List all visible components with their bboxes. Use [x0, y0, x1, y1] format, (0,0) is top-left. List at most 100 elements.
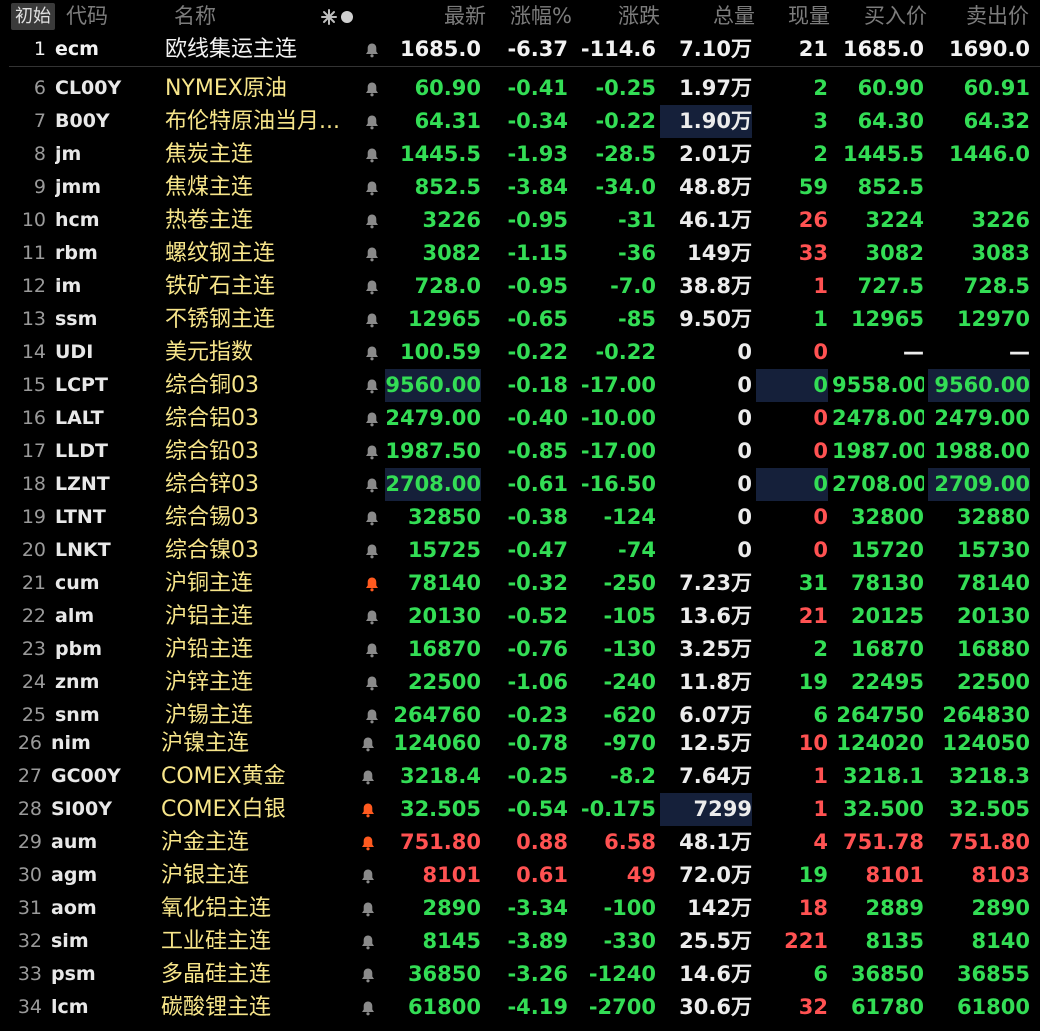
- alert-bell-icon[interactable]: [364, 279, 380, 295]
- cell-code: GC00Y: [51, 765, 121, 787]
- cell-code: agm: [51, 864, 98, 886]
- col-pct-header[interactable]: 涨幅%: [490, 0, 572, 33]
- cell-bid: 78130: [850, 571, 924, 595]
- col-ask-header[interactable]: 卖出价: [935, 0, 1029, 33]
- cell-bid: 751.78: [842, 830, 924, 854]
- cell-name: 综合铜03: [165, 373, 259, 398]
- alert-bell-icon[interactable]: [360, 967, 376, 983]
- alert-bell-icon[interactable]: [360, 934, 376, 950]
- quote-row[interactable]: 19 LTNT 综合锡03 32850 -0.38 -124 0 0 32800 32880: [0, 501, 1040, 534]
- cell-name: 沪铅主连: [165, 637, 254, 662]
- cell-code: SI00Y: [51, 798, 112, 820]
- alert-bell-icon[interactable]: [364, 411, 380, 427]
- cell-code: sim: [51, 930, 89, 952]
- quote-row[interactable]: 23 pbm 沪铅主连 16870 -0.76 -130 3.25万 2 16870 16880: [0, 633, 1040, 666]
- alert-bell-icon[interactable]: [360, 769, 376, 785]
- quote-row[interactable]: 28 SI00Y COMEX白银 32.505 -0.54 -0.175 7299 1 32.5…: [0, 793, 1040, 826]
- alert-bell-icon[interactable]: [364, 510, 380, 526]
- col-last-header[interactable]: 最新: [400, 0, 486, 33]
- quote-row[interactable]: 6 CL00Y NYMEX原油 60.90 -0.41 -0.25 1.97万 2 60.90 6…: [0, 72, 1040, 105]
- cell-chg: -250: [603, 571, 656, 595]
- cell-vol: 2.01万: [679, 142, 752, 166]
- alert-bell-icon[interactable]: [360, 736, 376, 752]
- alert-bell-icon[interactable]: [360, 802, 376, 818]
- alert-bell-icon[interactable]: [364, 642, 380, 658]
- cell-pct: -0.95: [507, 274, 568, 298]
- sort-mode-icon[interactable]: [320, 8, 356, 26]
- alert-bell-icon[interactable]: [364, 312, 380, 328]
- cell-pct: -3.34: [507, 896, 568, 920]
- alert-bell-icon[interactable]: [364, 114, 380, 130]
- quote-row[interactable]: 9 jmm 焦煤主连 852.5 -3.84 -34.0 48.8万 59 852.5: [0, 171, 1040, 204]
- alert-bell-icon[interactable]: [364, 444, 380, 460]
- quote-row[interactable]: 22 alm 沪铝主连 20130 -0.52 -105 13.6万 21 20125 20130: [0, 600, 1040, 633]
- cell-chg: -100: [603, 896, 656, 920]
- quote-row[interactable]: 8 jm 焦炭主连 1445.5 -1.93 -28.5 2.01万 2 1445.5 1446.…: [0, 138, 1040, 171]
- quote-row[interactable]: 18 LZNT 综合锌03 2708.00 -0.61 -16.50 0 0 2708.00 27…: [0, 468, 1040, 501]
- alert-bell-icon[interactable]: [364, 345, 380, 361]
- cell-last: 78140: [407, 571, 481, 595]
- quote-row[interactable]: 7 B00Y 布伦特原油当月... 64.31 -0.34 -0.22 1.90万 3 64.3…: [0, 105, 1040, 138]
- quote-row[interactable]: 1 ecm 欧线集运主连 1685.0 -6.37 -114.6 7.10万 21 1685.0…: [0, 33, 1040, 66]
- quote-row[interactable]: 34 lcm 碳酸锂主连 61800 -4.19 -2700 30.6万 32 61780 618…: [0, 991, 1040, 1024]
- quote-row[interactable]: 16 LALT 综合铝03 2479.00 -0.40 -10.00 0 0 2478.00 24…: [0, 402, 1040, 435]
- alert-bell-icon[interactable]: [364, 609, 380, 625]
- alert-bell-icon[interactable]: [360, 835, 376, 851]
- alert-bell-icon[interactable]: [364, 180, 380, 196]
- cell-name: COMEX白银: [161, 797, 286, 822]
- alert-bell-icon[interactable]: [364, 246, 380, 262]
- col-chg-header[interactable]: 涨跌: [580, 0, 660, 33]
- cell-vol: 0: [737, 538, 752, 562]
- cell-code: cum: [55, 572, 100, 594]
- cell-last: 3226: [422, 208, 481, 232]
- quote-row[interactable]: 26 nim 沪镍主连 124060 -0.78 -970 12.5万 10 124020 124…: [0, 727, 1040, 760]
- init-button[interactable]: 初始: [11, 3, 55, 30]
- alert-bell-icon[interactable]: [364, 42, 380, 58]
- cell-code: ecm: [55, 38, 99, 60]
- alert-bell-icon[interactable]: [364, 576, 380, 592]
- cell-cur: 0: [813, 340, 828, 364]
- quote-row[interactable]: 17 LLDT 综合铅03 1987.50 -0.85 -17.00 0 0 1987.00 19…: [0, 435, 1040, 468]
- alert-bell-icon[interactable]: [364, 708, 380, 724]
- quote-row[interactable]: 12 im 铁矿石主连 728.0 -0.95 -7.0 38.8万 1 727.5 728.5: [0, 270, 1040, 303]
- alert-bell-icon[interactable]: [360, 1000, 376, 1016]
- quote-row[interactable]: 15 LCPT 综合铜03 9560.00 -0.18 -17.00 0 0 9558.00 95…: [0, 369, 1040, 402]
- quote-row[interactable]: 21 cum 沪铜主连 78140 -0.32 -250 7.23万 31 78130 78140: [0, 567, 1040, 600]
- alert-bell-icon[interactable]: [360, 901, 376, 917]
- alert-bell-icon[interactable]: [364, 147, 380, 163]
- cell-ask: 8103: [971, 863, 1030, 887]
- col-curvol-header[interactable]: 现量: [760, 0, 830, 33]
- quote-row[interactable]: 33 psm 多晶硅主连 36850 -3.26 -1240 14.6万 6 36850 3685…: [0, 958, 1040, 991]
- quote-row[interactable]: 10 hcm 热卷主连 3226 -0.95 -31 46.1万 26 3224 3226: [0, 204, 1040, 237]
- alert-bell-icon[interactable]: [360, 868, 376, 884]
- alert-bell-icon[interactable]: [364, 543, 380, 559]
- quote-row[interactable]: 11 rbm 螺纹钢主连 3082 -1.15 -36 149万 33 3082 3083: [0, 237, 1040, 270]
- alert-bell-icon[interactable]: [364, 675, 380, 691]
- cell-name: 综合铅03: [165, 439, 259, 464]
- cell-vol: 30.6万: [679, 995, 752, 1019]
- quote-row[interactable]: 14 UDI 美元指数 100.59 -0.22 -0.22 0 0 — —: [0, 336, 1040, 369]
- cell-chg: -17.00: [580, 439, 656, 463]
- cell-ask: —: [1009, 340, 1030, 364]
- quote-row[interactable]: 30 agm 沪银主连 8101 0.61 49 72.0万 19 8101 8103: [0, 859, 1040, 892]
- quote-row[interactable]: 24 znm 沪锌主连 22500 -1.06 -240 11.8万 19 22495 22500: [0, 666, 1040, 699]
- quote-row[interactable]: 20 LNKT 综合镍03 15725 -0.47 -74 0 0 15720 15730: [0, 534, 1040, 567]
- quote-row[interactable]: 32 sim 工业硅主连 8145 -3.89 -330 25.5万 221 8135 8140: [0, 925, 1040, 958]
- col-bid-header[interactable]: 买入价: [835, 0, 927, 33]
- alert-bell-icon[interactable]: [364, 213, 380, 229]
- col-name-header[interactable]: 名称: [174, 0, 216, 33]
- quote-row[interactable]: 13 ssm 不锈钢主连 12965 -0.65 -85 9.50万 1 12965 12970: [0, 303, 1040, 336]
- alert-bell-icon[interactable]: [364, 81, 380, 97]
- col-volume-header[interactable]: 总量: [665, 0, 755, 33]
- quote-row[interactable]: 31 aom 氧化铝主连 2890 -3.34 -100 142万 18 2889 2890: [0, 892, 1040, 925]
- cell-chg: -114.6: [580, 37, 656, 61]
- quote-row[interactable]: 29 aum 沪金主连 751.80 0.88 6.58 48.1万 4 751.78 751.8…: [0, 826, 1040, 859]
- cell-pct: -3.26: [507, 962, 568, 986]
- alert-bell-icon[interactable]: [364, 477, 380, 493]
- alert-bell-icon[interactable]: [364, 378, 380, 394]
- cell-chg: -0.175: [580, 797, 656, 821]
- quote-row[interactable]: 27 GC00Y COMEX黄金 3218.4 -0.25 -8.2 7.64万 1 3218.…: [0, 760, 1040, 793]
- col-code-header[interactable]: 代码: [66, 0, 108, 33]
- cell-last: 1685.0: [399, 37, 481, 61]
- cell-name: 多晶硅主连: [161, 962, 272, 987]
